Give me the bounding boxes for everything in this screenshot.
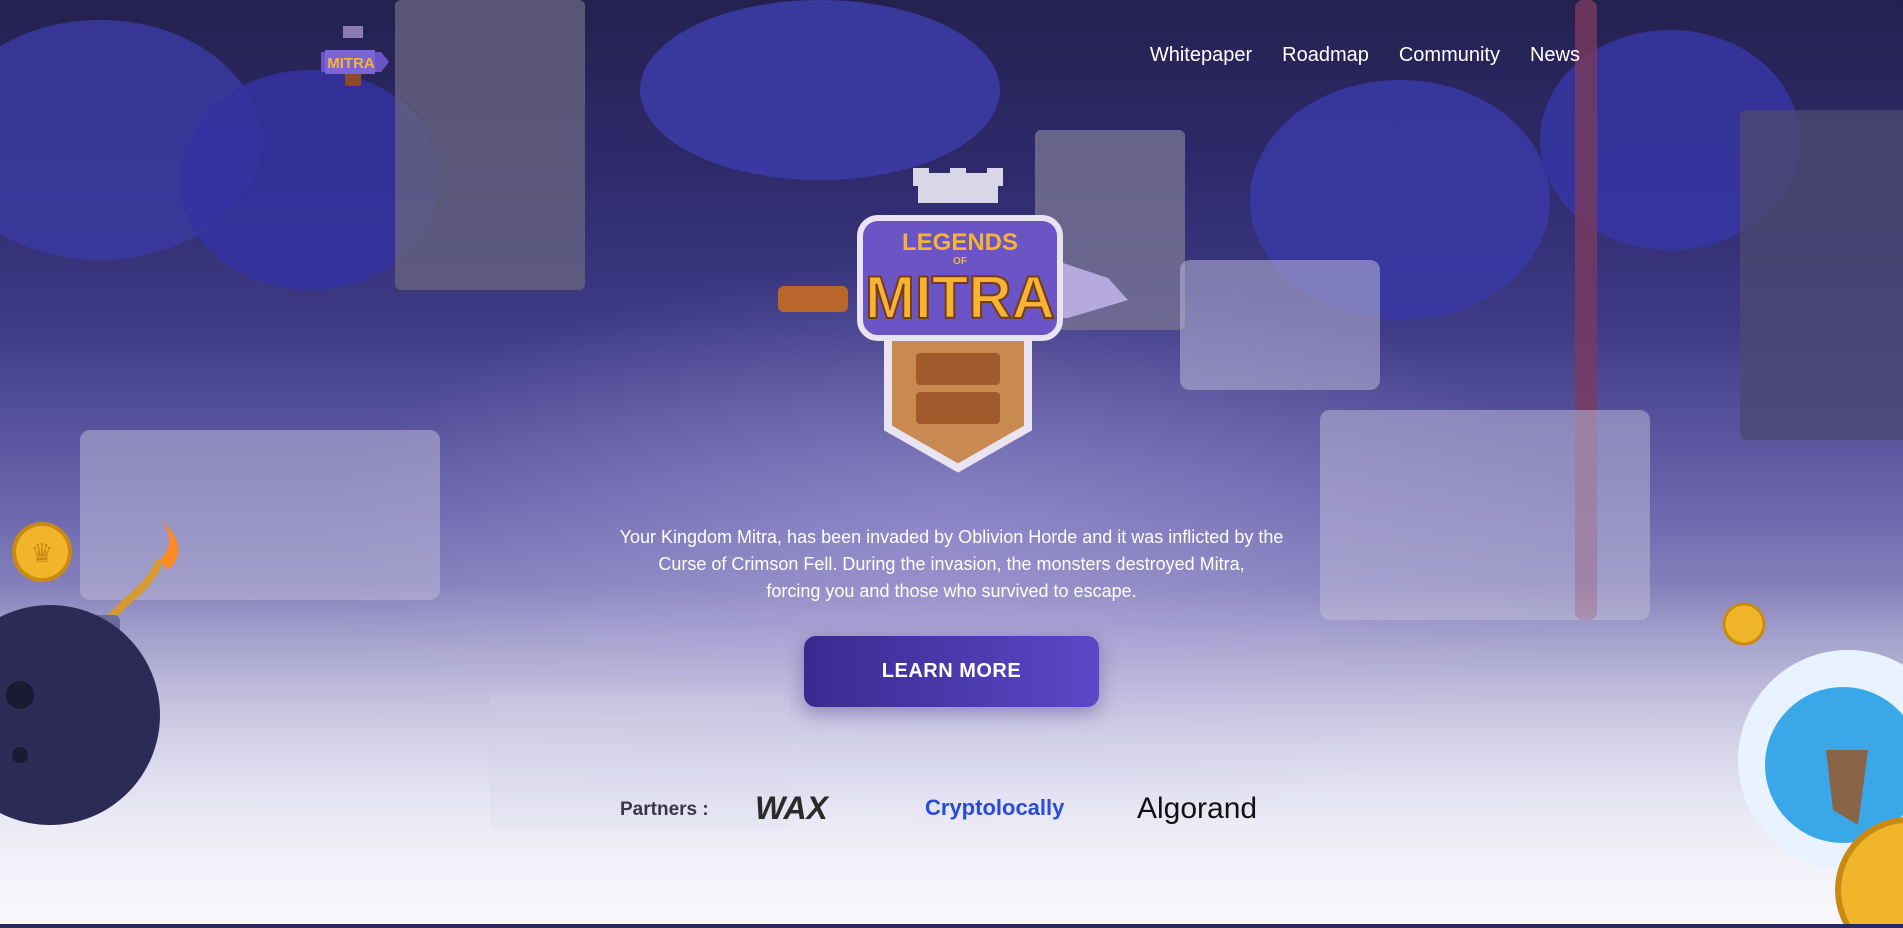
partners-label: Partners : — [620, 799, 709, 820]
wax-logo-text: WAX — [755, 791, 830, 825]
nav-roadmap[interactable]: Roadmap — [1282, 44, 1369, 67]
learn-more-button[interactable]: LEARN MORE — [804, 636, 1099, 707]
nav-community[interactable]: Community — [1399, 44, 1500, 67]
cryptolocally-logo-text: Cryptolocally — [925, 795, 1065, 820]
cryptolocally-logo[interactable]: Cryptolocally — [925, 791, 1085, 829]
tagline-line: forcing you and those who survived to es… — [766, 581, 1137, 601]
nav-whitepaper[interactable]: Whitepaper — [1150, 44, 1252, 67]
svg-text:♛: ♛ — [30, 539, 53, 569]
bomb-illustration: ♛ — [0, 520, 210, 850]
tagline-line: Curse of Crimson Fell. During the invasi… — [658, 554, 1245, 574]
algorand-logo-text: Algorand — [1137, 792, 1257, 825]
main-nav: Whitepaper Roadmap Community News — [1150, 44, 1580, 67]
logo-legends-text: LEGENDS — [902, 229, 1018, 256]
mitra-logo-text: MITRA — [327, 55, 375, 72]
logo-mitra-text: MITRA — [865, 264, 1055, 331]
tagline-line: Your Kingdom Mitra, has been invaded by … — [619, 527, 1284, 547]
mitra-logo[interactable]: MITRA — [315, 20, 391, 96]
legends-of-mitra-logo: LEGENDS OF MITRA — [768, 168, 1148, 478]
hero-tagline: Your Kingdom Mitra, has been invaded by … — [560, 524, 1343, 605]
wax-logo[interactable]: WAX — [755, 790, 873, 829]
partners-row: Partners : WAX Cryptolocally Algorand — [620, 790, 1331, 830]
potion-illustration — [1718, 600, 1903, 928]
algorand-logo[interactable]: Algorand — [1137, 788, 1279, 832]
nav-news[interactable]: News — [1530, 44, 1580, 67]
